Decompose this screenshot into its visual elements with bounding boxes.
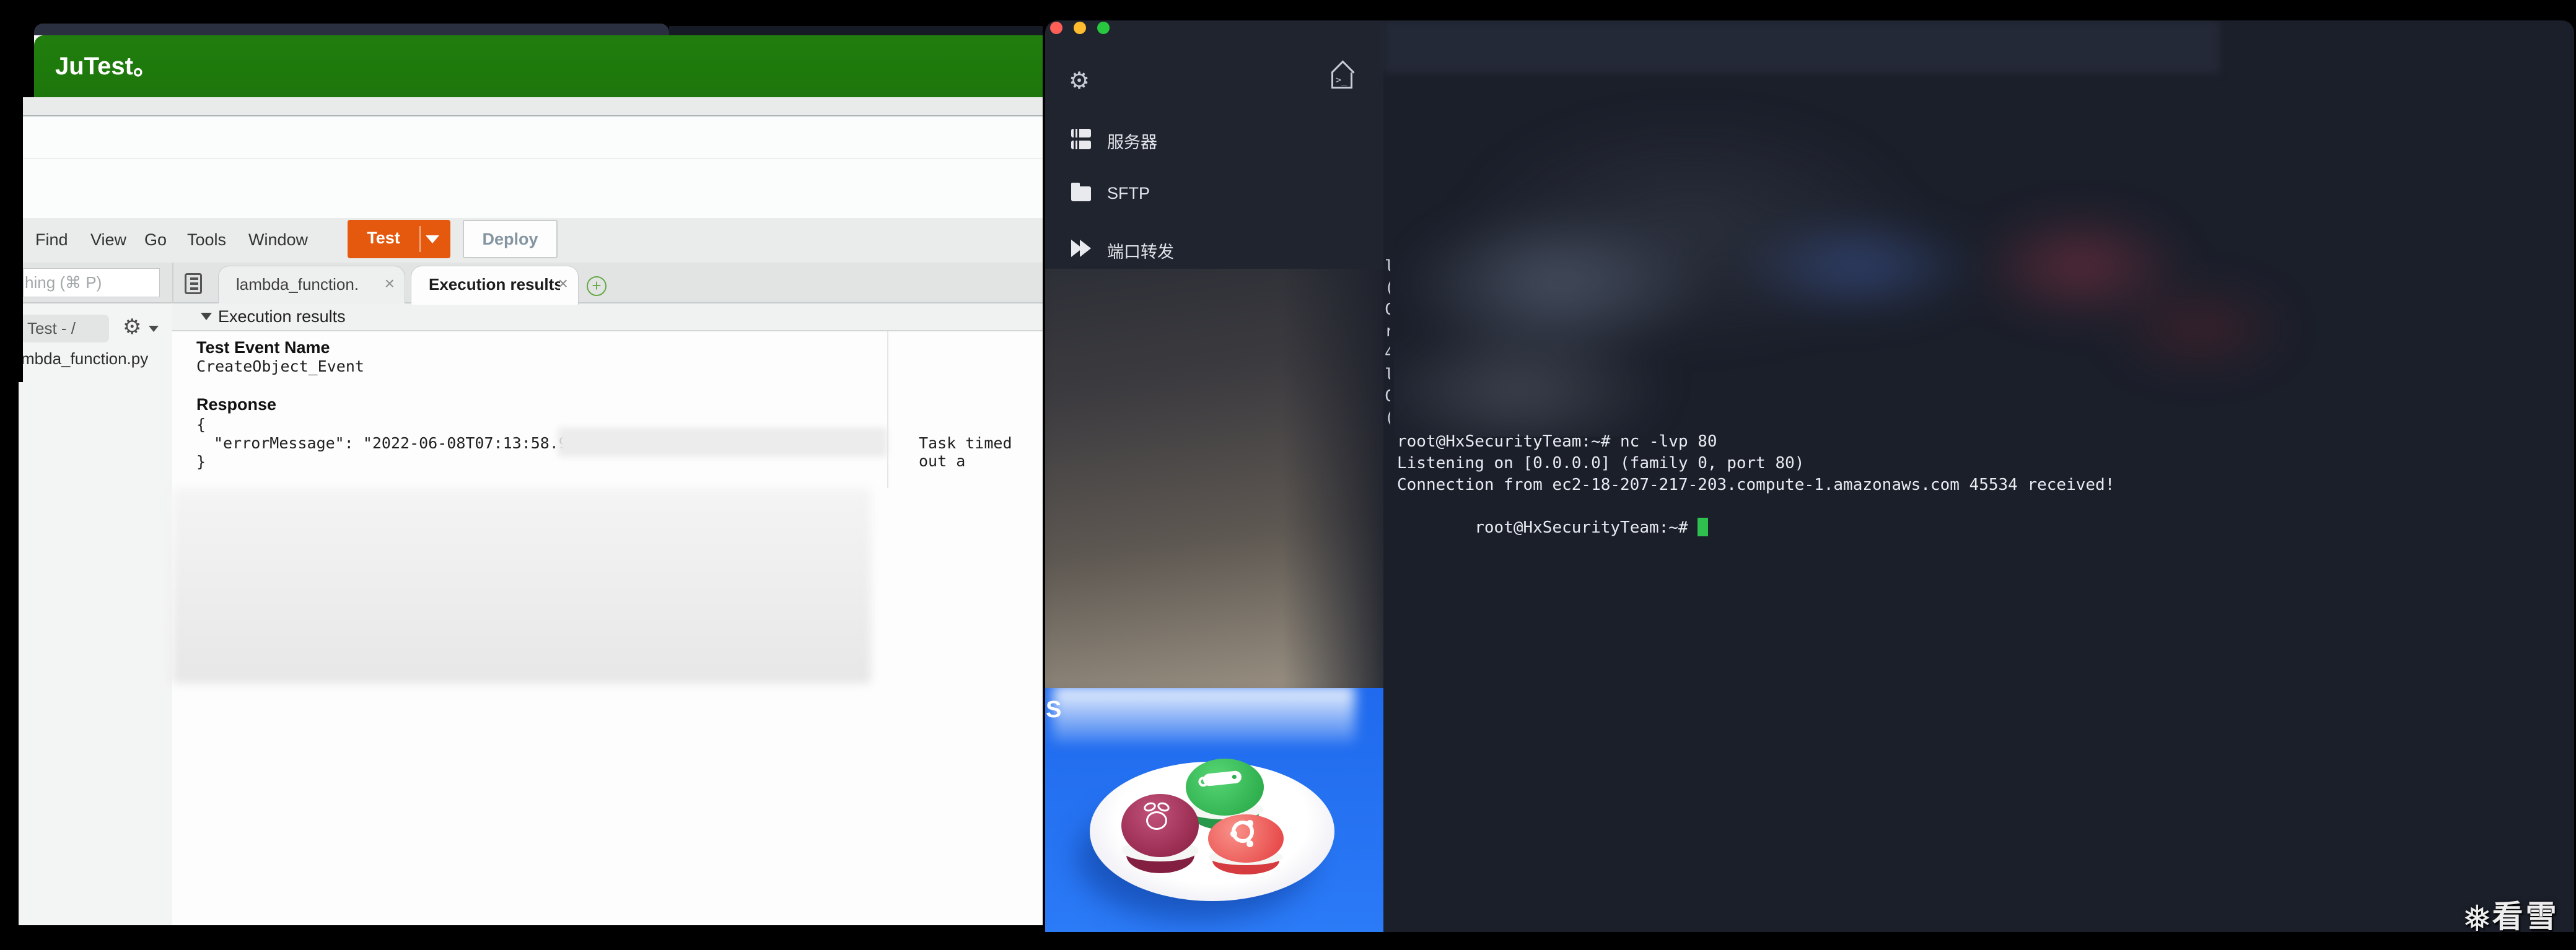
log-snippet: Task timed out a — [919, 434, 1012, 470]
bottom-crop-strip — [0, 932, 2576, 950]
terminal-blurred-region — [1394, 68, 2574, 437]
traffic-light-close-icon[interactable] — [1050, 22, 1062, 34]
deploy-button[interactable]: Deploy — [463, 220, 558, 258]
redacted-content-blur — [172, 488, 871, 684]
test-dropdown-icon[interactable] — [426, 235, 439, 243]
clipped-text-slivers: l ( C r 4 l C ( — [1385, 257, 1390, 427]
sidebar-blurred-region — [1045, 269, 1383, 688]
termius-sidebar: ⚙ >_ 服务器 SFTP 端口转发 S — [1045, 20, 1383, 932]
snowflake-icon: ❅ — [2462, 899, 2492, 939]
json-close: } — [196, 453, 206, 471]
terminal-top-blur — [1383, 20, 2219, 73]
new-tab-icon[interactable]: + — [587, 276, 607, 296]
tree-item-lambda-function[interactable]: mbda_function.py — [21, 349, 148, 368]
browser-top-strip — [34, 24, 669, 35]
sidebar-item-sftp[interactable]: SFTP — [1045, 176, 1383, 214]
menu-find[interactable]: Find — [35, 230, 68, 250]
terminal-cursor — [1698, 518, 1709, 536]
home-terminal-icon[interactable]: >_ — [1331, 60, 1356, 90]
kanxue-watermark: ❅看雪 — [2462, 899, 2559, 939]
blurred-highlight — [1053, 688, 1355, 743]
test-event-label: Test Event Name — [196, 338, 330, 357]
test-button[interactable]: Test — [348, 220, 450, 258]
server-icon — [1071, 129, 1091, 150]
sidebar-item-servers[interactable]: 服务器 — [1045, 121, 1383, 159]
search-input[interactable] — [23, 268, 160, 297]
terminal-prompt-line: root@HxSecurityTeam:~# — [1397, 496, 1709, 559]
results-column-divider — [887, 331, 888, 488]
file-list-icon[interactable] — [185, 273, 202, 294]
collapse-triangle-icon[interactable] — [201, 313, 212, 320]
menu-window[interactable]: Window — [248, 230, 308, 250]
browser-top-strip-right — [669, 26, 1043, 35]
ubuntu-logo-icon — [1230, 820, 1254, 847]
crop-strip — [0, 24, 34, 97]
json-open: { — [196, 416, 206, 434]
terminal-line: root@HxSecurityTeam:~# nc -lvp 80 — [1397, 432, 1717, 451]
goto-anything-search[interactable] — [23, 268, 160, 297]
macaron-raspberry-pi — [1121, 794, 1199, 873]
test-event-name: CreateObject_Event — [196, 357, 364, 375]
workspace-chip[interactable]: Test - / — [21, 315, 109, 342]
chevron-down-icon[interactable] — [149, 326, 159, 332]
traffic-light-minimize-icon[interactable] — [1074, 22, 1086, 34]
execution-results-panel: Test Event Name CreateObject_Event Respo… — [172, 331, 1043, 925]
menu-tools[interactable]: Tools — [187, 230, 226, 250]
crop-strip — [0, 382, 19, 950]
upper-band — [19, 116, 1043, 218]
terminal-line: Connection from ec2-18-207-217-203.compu… — [1397, 476, 2115, 494]
button-divider — [419, 226, 421, 252]
aws-cloud9-window: JuTest。 Find View Go Tools Window Test D… — [19, 35, 1043, 925]
file-tree-panel: Test - / ⚙ mbda_function.py — [19, 303, 172, 925]
close-icon[interactable]: × — [385, 274, 395, 294]
gear-icon[interactable]: ⚙ — [123, 315, 141, 339]
close-icon[interactable]: × — [558, 274, 568, 294]
response-label: Response — [196, 395, 277, 414]
settings-gear-icon[interactable]: ⚙ — [1069, 67, 1090, 95]
traffic-light-zoom-icon[interactable] — [1097, 22, 1110, 34]
crop-strip — [0, 97, 23, 382]
menu-view[interactable]: View — [90, 230, 126, 250]
error-message-line: "errorMessage": "2022-06-08T07:13:58.914… — [214, 434, 597, 452]
screenshot-stage: JuTest。 Find View Go Tools Window Test D… — [0, 0, 2576, 950]
partial-letter: S — [1046, 697, 1062, 723]
terminal-screen[interactable]: l ( C r 4 l C ( root@HxSecurityTeam:~# n… — [1383, 20, 2574, 932]
execution-results-header[interactable]: Execution results — [172, 303, 1043, 331]
redacted-text-blur — [558, 427, 887, 457]
tab-execution-results[interactable]: Execution results × — [411, 266, 579, 305]
terminal-line: Listening on [0.0.0.0] (family 0, port 8… — [1397, 454, 1805, 473]
aws-banner: JuTest。 — [34, 35, 1043, 97]
sidebar-item-port-forwarding[interactable]: 端口转发 — [1045, 231, 1383, 268]
divider-line — [19, 158, 1043, 159]
port-forward-icon — [1071, 240, 1093, 257]
folder-icon — [1071, 183, 1091, 201]
toolbar-band — [19, 97, 1043, 116]
workspace-title: JuTest。 — [55, 53, 158, 80]
macaron-ubuntu — [1208, 814, 1284, 874]
menu-go[interactable]: Go — [144, 230, 167, 250]
termius-window: ⚙ >_ 服务器 SFTP 端口转发 S l C r 4 l C root@Hx… — [1045, 20, 2574, 932]
tab-lambda-function[interactable]: lambda_function. × — [218, 266, 405, 303]
raspberry-pi-logo-icon — [1142, 801, 1172, 830]
